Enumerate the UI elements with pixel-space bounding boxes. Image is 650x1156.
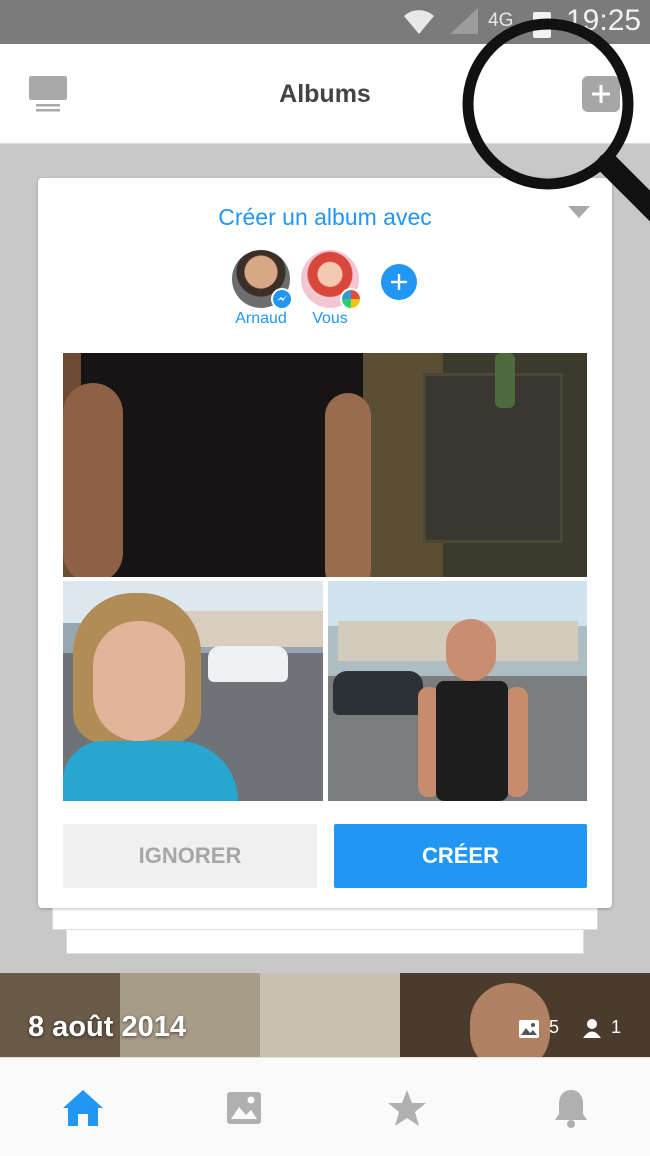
photos-badge-icon (340, 288, 362, 310)
wifi-icon (404, 10, 434, 34)
photos-icon[interactable] (222, 1086, 266, 1130)
bell-icon[interactable] (549, 1086, 593, 1130)
photo-count: 5 (549, 1017, 560, 1037)
album-photo[interactable] (328, 581, 587, 801)
avatar (232, 250, 293, 310)
create-button[interactable]: CRÉER (334, 824, 587, 888)
home-icon[interactable] (61, 1086, 105, 1130)
person-vous[interactable]: Vous (300, 250, 362, 328)
signal-icon (450, 8, 478, 34)
album-photo[interactable] (63, 353, 587, 577)
album-photo[interactable] (63, 581, 323, 801)
status-time: 19:25 (566, 4, 642, 37)
add-album-button[interactable] (582, 76, 620, 112)
album-suggestion-card: Créer un album avec Arnaud Vous IGNORER … (38, 178, 612, 908)
star-icon[interactable] (385, 1086, 429, 1130)
album-date: 8 août 2014 (28, 1011, 186, 1043)
battery-icon (533, 12, 551, 38)
person-arnaud[interactable]: Arnaud (231, 250, 293, 328)
plus-icon (592, 85, 610, 103)
add-person-button[interactable] (381, 264, 417, 300)
network-type: 4G (488, 10, 514, 31)
image-icon (519, 1020, 539, 1038)
album-item[interactable]: 8 août 2014 5 1 (0, 973, 650, 1057)
person-icon (583, 1019, 601, 1038)
card-title: Créer un album avec (218, 204, 432, 230)
app-header: Albums (0, 44, 650, 144)
bottom-navigation (0, 1057, 650, 1156)
ignore-button[interactable]: IGNORER (63, 824, 317, 888)
avatar (301, 250, 362, 310)
page-title: Albums (279, 80, 371, 108)
people-count: 1 (611, 1017, 622, 1037)
person-name: Vous (312, 310, 348, 327)
plus-icon (391, 274, 407, 290)
messenger-badge-icon (271, 288, 293, 310)
status-bar: 4G 19:25 (0, 0, 650, 44)
person-name: Arnaud (235, 310, 287, 327)
